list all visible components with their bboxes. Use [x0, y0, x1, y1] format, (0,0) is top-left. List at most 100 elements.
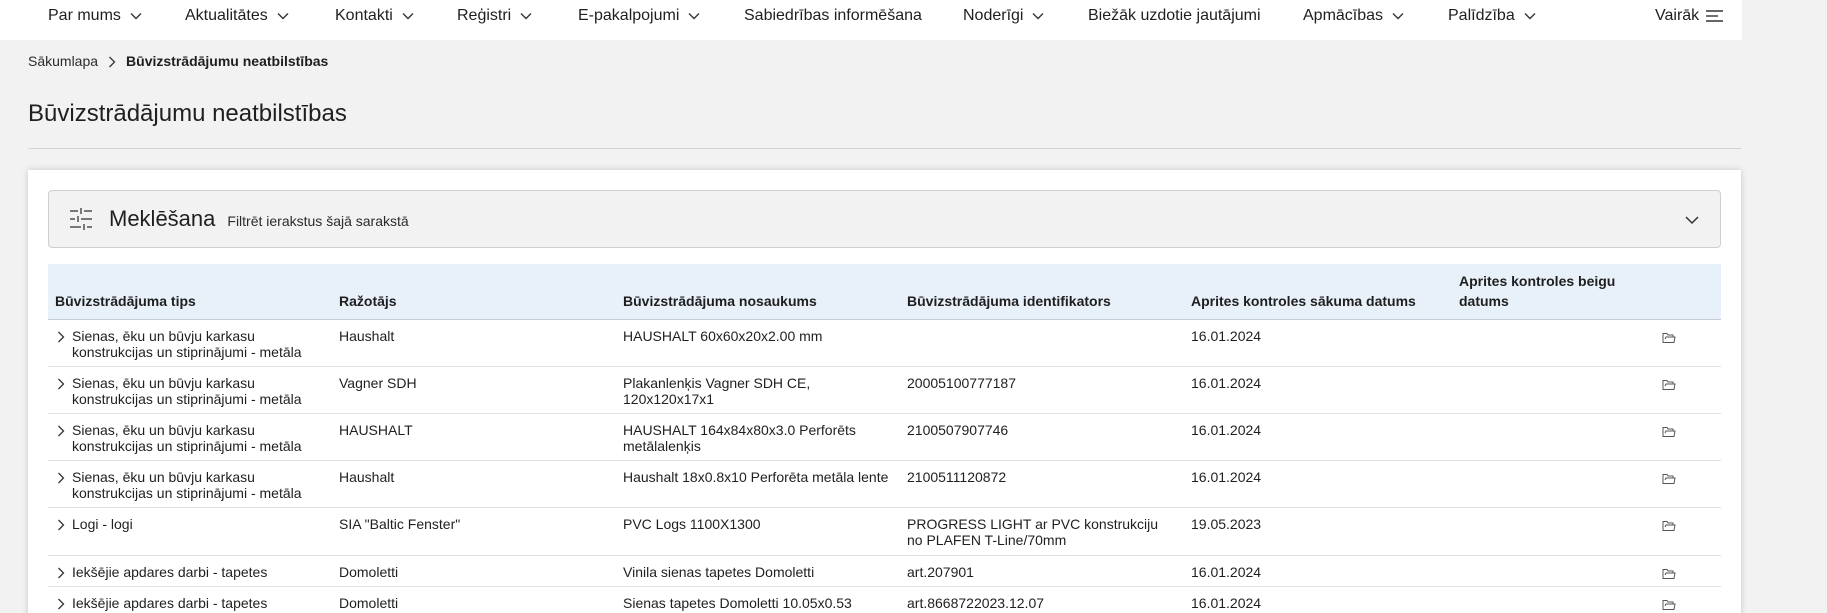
chevron-down-icon	[1684, 213, 1700, 225]
chevron-right-icon[interactable]	[57, 424, 65, 437]
breadcrumb-home-link[interactable]: Sākumlapa	[28, 53, 98, 69]
cell-start: 16.01.2024	[1191, 422, 1262, 438]
folder-open-icon[interactable]	[1662, 425, 1676, 437]
chevron-right-icon[interactable]	[57, 566, 65, 579]
nav-item-label: Noderīgi	[963, 7, 1024, 24]
folder-open-icon[interactable]	[1662, 567, 1676, 579]
top-navigation: Par mums Aktualitātes Kontakti Reģistri E-pa…	[0, 0, 1742, 40]
cell-id: 20005100777187	[907, 375, 1017, 391]
filter-sliders-icon	[69, 208, 93, 230]
column-header-6[interactable]: Aprites kontroles beigu datums	[1459, 271, 1639, 311]
nav-item-label: Aktualitātes	[185, 7, 268, 24]
menu-lines-icon	[1706, 9, 1724, 23]
folder-open-icon[interactable]	[1662, 472, 1676, 484]
chevron-down-icon	[1032, 12, 1044, 20]
chevron-down-icon	[277, 12, 289, 20]
table-row[interactable]: Logi - logi SIA "Baltic Fenster" PVC Logs …	[48, 508, 1721, 556]
cell-type: Sienas, ēku un būvju karkasu konstrukcij…	[72, 375, 302, 407]
nav-item-6[interactable]: Sabiedrības informēšana	[744, 0, 922, 32]
nav-item-label: Apmācības	[1303, 7, 1384, 24]
nav-item-8[interactable]: Biežāk uzdotie jautājumi	[1088, 0, 1261, 32]
column-header-4[interactable]: Būvizstrādājuma identifikators	[907, 291, 1177, 311]
nav-item-9[interactable]: Apmācības	[1303, 0, 1404, 32]
table-row[interactable]: Sienas, ēku un būvju karkasu konstrukcij…	[48, 367, 1721, 414]
cell-type: Iekšējie apdares darbi - tapetes	[72, 595, 268, 611]
table-row[interactable]: Iekšējie apdares darbi - tapetes Domolett…	[48, 587, 1721, 613]
nav-more-button[interactable]: Vairāk	[1655, 0, 1724, 32]
table-row[interactable]: Sienas, ēku un būvju karkasu konstrukcij…	[48, 320, 1721, 367]
table-row[interactable]: Iekšējie apdares darbi - tapetes Domolett…	[48, 556, 1721, 587]
nav-item-label: Reģistri	[457, 7, 512, 24]
chevron-right-icon	[108, 55, 116, 68]
page-title: Būvizstrādājumu neatbilstības	[28, 100, 347, 127]
table-body: Sienas, ēku un būvju karkasu konstrukcij…	[48, 320, 1721, 613]
folder-open-icon[interactable]	[1662, 598, 1676, 610]
chevron-right-icon[interactable]	[57, 471, 65, 484]
cell-maker: HAUSHALT	[339, 422, 413, 438]
cell-id: art.8668722023.12.07	[907, 595, 1045, 611]
cell-id: 2100507907746	[907, 422, 1009, 438]
column-header-3[interactable]: Būvizstrādājuma nosaukums	[623, 291, 893, 311]
chevron-down-icon	[1524, 12, 1536, 20]
chevron-down-icon	[1392, 12, 1404, 20]
cell-id: 2100511120872	[907, 469, 1007, 485]
folder-open-icon[interactable]	[1662, 519, 1676, 531]
chevron-down-icon	[688, 12, 700, 20]
nav-item-4[interactable]: Reģistri	[457, 0, 532, 32]
table-header: Būvizstrādājuma tips Ražotājs Būvizstrādāj…	[48, 264, 1721, 320]
breadcrumb: Sākumlapa Būvizstrādājumu neatbilstības	[28, 52, 328, 70]
chevron-right-icon[interactable]	[57, 330, 65, 343]
nav-more-label: Vairāk	[1655, 7, 1700, 24]
breadcrumb-current: Būvizstrādājumu neatbilstības	[126, 53, 329, 69]
chevron-right-icon[interactable]	[57, 597, 65, 610]
cell-start: 16.01.2024	[1191, 564, 1262, 580]
nav-item-7[interactable]: Noderīgi	[963, 0, 1044, 32]
cell-maker: Haushalt	[339, 328, 395, 344]
cell-name: Plakanlenķis Vagner SDH CE, 120x120x17x1	[623, 375, 811, 407]
cell-name: Haushalt 18x0.8x10 Perforēta metāla lent…	[623, 469, 889, 485]
cell-maker: Domoletti	[339, 564, 399, 580]
title-divider	[28, 148, 1741, 149]
results-card: Meklēšana Filtrēt ierakstus šajā sarakst…	[28, 170, 1741, 613]
cell-id: art.207901	[907, 564, 974, 580]
search-subtitle: Filtrēt ierakstus šajā sarakstā	[227, 213, 409, 229]
search-panel-toggle[interactable]: Meklēšana Filtrēt ierakstus šajā sarakst…	[48, 190, 1721, 248]
column-header-2[interactable]: Ražotājs	[339, 291, 609, 311]
chevron-down-icon	[402, 12, 414, 20]
cell-start: 16.01.2024	[1191, 328, 1262, 344]
folder-open-icon[interactable]	[1662, 378, 1676, 390]
cell-name: HAUSHALT 164x84x80x3.0 Perforēts metālal…	[623, 422, 856, 454]
cell-maker: Vagner SDH	[339, 375, 417, 391]
cell-name: Vinila sienas tapetes Domoletti	[623, 564, 815, 580]
column-header-1[interactable]: Būvizstrādājuma tips	[55, 291, 325, 311]
cell-start: 16.01.2024	[1191, 469, 1262, 485]
cell-type: Sienas, ēku un būvju karkasu konstrukcij…	[72, 469, 302, 501]
folder-open-icon[interactable]	[1662, 331, 1676, 343]
cell-type: Logi - logi	[72, 516, 133, 532]
nav-item-label: Palīdzība	[1448, 7, 1515, 24]
cell-maker: Haushalt	[339, 469, 395, 485]
cell-maker: SIA "Baltic Fenster"	[339, 516, 461, 532]
nav-item-5[interactable]: E-pakalpojumi	[578, 0, 700, 32]
nav-item-label: Biežāk uzdotie jautājumi	[1088, 7, 1261, 24]
nav-item-3[interactable]: Kontakti	[335, 0, 414, 32]
chevron-down-icon	[130, 12, 142, 20]
cell-name: HAUSHALT 60x60x20x2.00 mm	[623, 328, 823, 344]
chevron-down-icon	[520, 12, 532, 20]
cell-name: PVC Logs 1100X1300	[623, 516, 761, 532]
chevron-right-icon[interactable]	[57, 377, 65, 390]
chevron-right-icon[interactable]	[57, 518, 65, 531]
table-row[interactable]: Sienas, ēku un būvju karkasu konstrukcij…	[48, 461, 1721, 508]
nav-item-2[interactable]: Aktualitātes	[185, 0, 289, 32]
column-header-5[interactable]: Aprites kontroles sākuma datums	[1191, 291, 1451, 311]
nav-item-label: E-pakalpojumi	[578, 7, 680, 24]
table-row[interactable]: Sienas, ēku un būvju karkasu konstrukcij…	[48, 414, 1721, 461]
nav-item-1[interactable]: Par mums	[48, 0, 142, 32]
cell-type: Iekšējie apdares darbi - tapetes	[72, 564, 268, 580]
cell-type: Sienas, ēku un būvju karkasu konstrukcij…	[72, 328, 302, 360]
cell-maker: Domoletti	[339, 595, 399, 611]
results-table: Būvizstrādājuma tips Ražotājs Būvizstrādāj…	[48, 264, 1721, 613]
nav-item-label: Par mums	[48, 7, 121, 24]
nav-item-10[interactable]: Palīdzība	[1448, 0, 1536, 32]
nav-item-label: Kontakti	[335, 7, 393, 24]
